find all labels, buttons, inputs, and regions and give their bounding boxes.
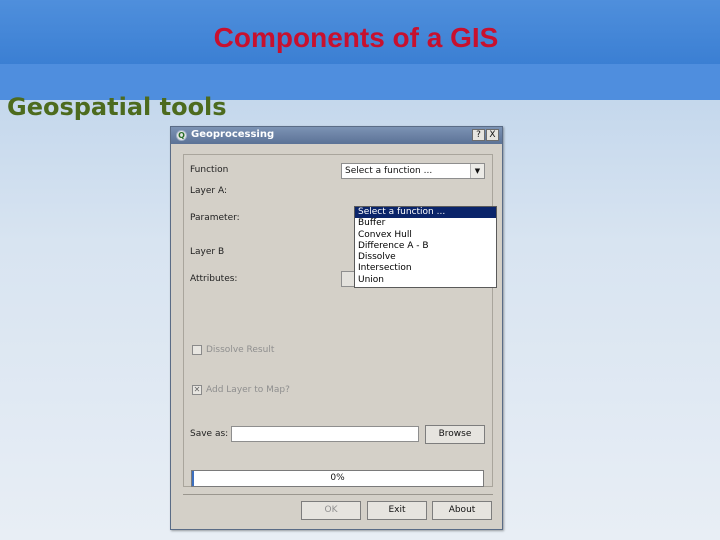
divider — [183, 494, 493, 495]
ok-button[interactable]: OK — [301, 501, 361, 520]
function-option[interactable]: Union — [355, 275, 496, 286]
dialog-title: Geoprocessing — [191, 129, 275, 140]
geoprocessing-dialog: Q Geoprocessing ? X Function Select a fu… — [170, 126, 503, 530]
close-button[interactable]: X — [486, 129, 499, 141]
function-option[interactable]: Select a function ... — [355, 207, 496, 219]
parameter-label: Parameter: — [190, 213, 240, 223]
function-select[interactable]: Select a function ... ▼ — [341, 163, 485, 179]
function-option[interactable]: Buffer — [355, 218, 496, 229]
attributes-label: Attributes: — [190, 274, 238, 284]
progress-text: 0% — [330, 473, 345, 483]
save-as-label: Save as: — [190, 429, 229, 439]
function-dropdown-list: Select a function ... Buffer Convex Hull… — [354, 206, 497, 288]
options-panel: Function Select a function ... ▼ Layer A… — [183, 154, 497, 487]
dialog-titlebar[interactable]: Q Geoprocessing ? X — [171, 127, 502, 144]
function-option[interactable]: Convex Hull — [355, 230, 496, 241]
help-button[interactable]: ? — [472, 129, 485, 141]
layer-b-label: Layer B — [190, 247, 225, 257]
function-select-value: Select a function ... — [345, 166, 433, 176]
progress-bar: 0% — [191, 470, 484, 487]
qgis-icon: Q — [176, 130, 187, 141]
slide-title: Components of a GIS — [213, 22, 499, 53]
function-option[interactable]: Dissolve — [355, 252, 496, 263]
add-layer-checkbox[interactable]: ✕ — [192, 385, 202, 395]
exit-button[interactable]: Exit — [367, 501, 427, 520]
function-option[interactable]: Intersection — [355, 263, 496, 274]
function-option[interactable]: Difference A - B — [355, 241, 496, 252]
add-layer-label: Add Layer to Map? — [206, 385, 290, 395]
slide-subtitle: Geospatial tools — [7, 93, 227, 121]
dissolve-result-label: Dissolve Result — [206, 345, 275, 355]
save-as-input[interactable] — [231, 426, 419, 442]
browse-button[interactable]: Browse — [425, 425, 485, 444]
dissolve-result-checkbox[interactable] — [192, 345, 202, 355]
about-button[interactable]: About — [432, 501, 492, 520]
layer-a-label: Layer A: — [190, 186, 227, 196]
function-label: Function — [190, 165, 229, 175]
chevron-down-icon[interactable]: ▼ — [470, 164, 484, 178]
